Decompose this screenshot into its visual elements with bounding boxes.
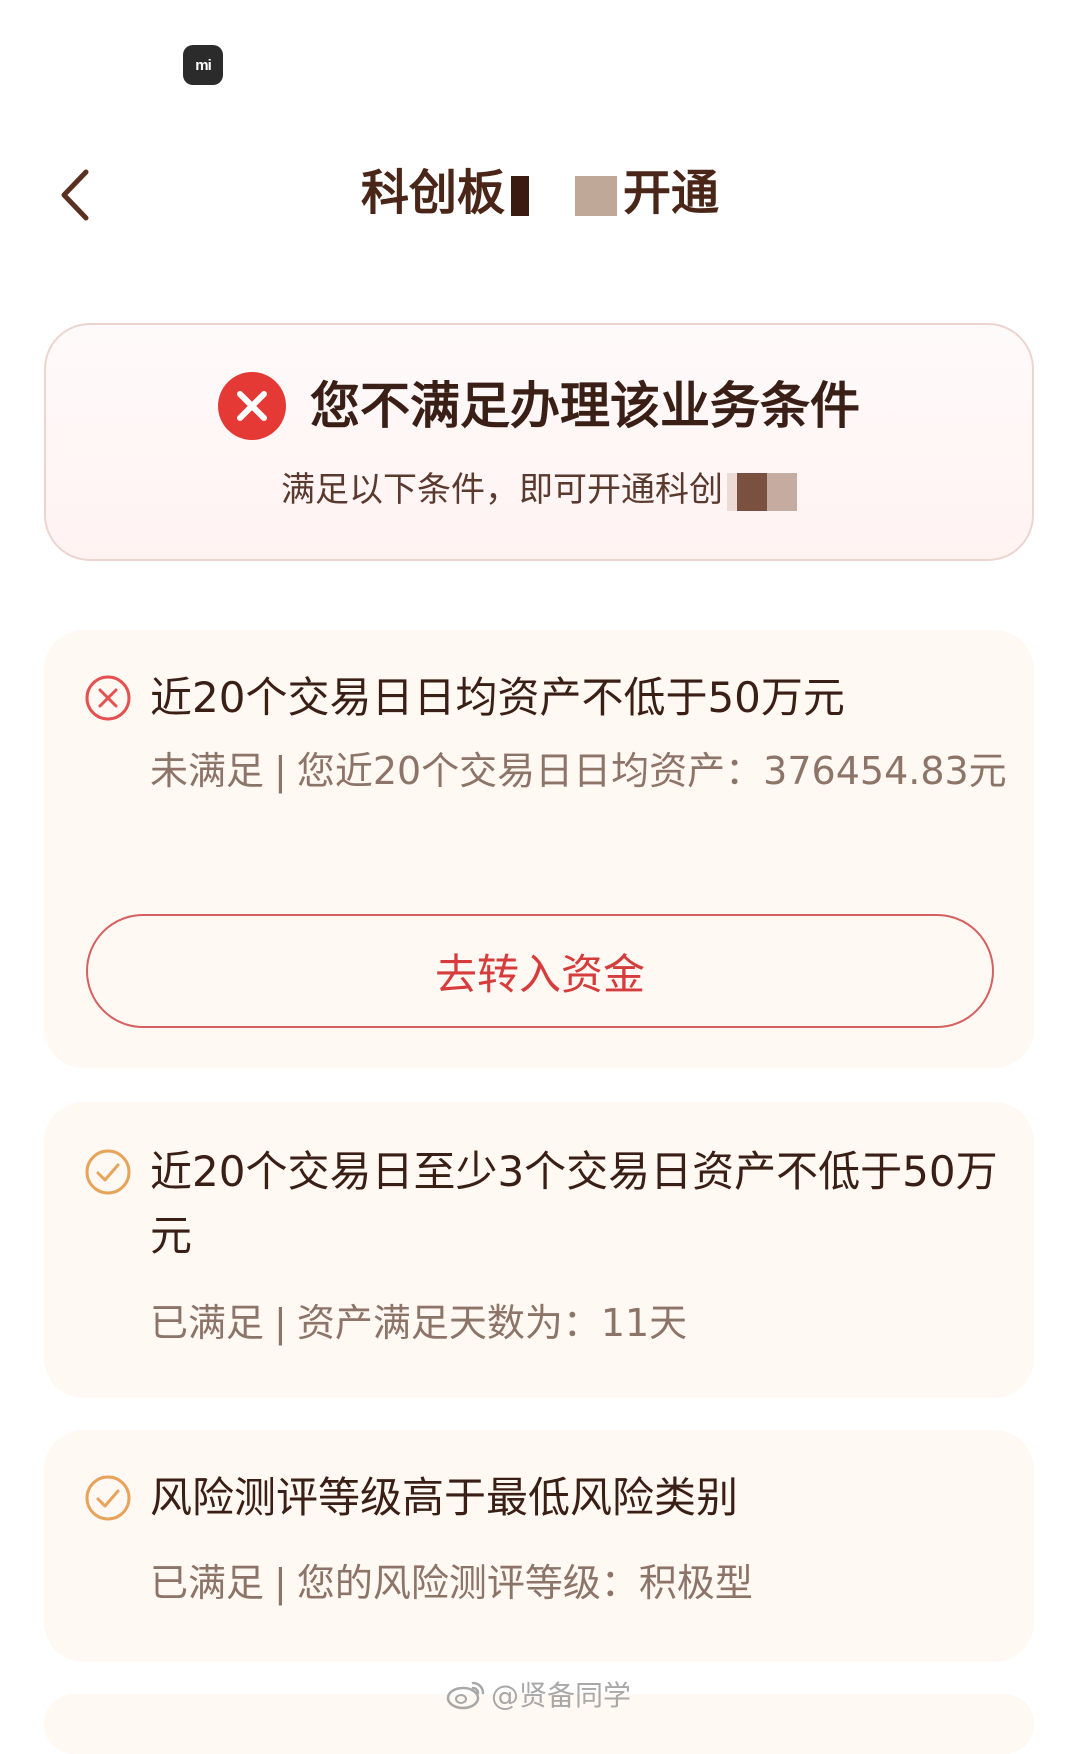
error-banner: 您不满足办理该业务条件 满足以下条件，即可开通科创 bbox=[44, 323, 1034, 561]
mi-logo-text: mi bbox=[195, 56, 211, 74]
condition-detail: 已满足 | 资产满足天数为：11天 bbox=[150, 1294, 1020, 1352]
page-title-end: 开通 bbox=[623, 165, 720, 221]
condition-card-asset-days: 近20个交易日至少3个交易日资产不低于50万元 已满足 | 资产满足天数为：11天 bbox=[44, 1102, 1034, 1398]
condition-status-label: 未满足 bbox=[150, 749, 265, 793]
detail-separator: | bbox=[274, 749, 287, 793]
error-circle-icon bbox=[218, 372, 286, 440]
page-title: 科创板 开通 bbox=[0, 158, 1080, 228]
check-circle-icon bbox=[85, 1475, 131, 1521]
condition-card-risk-level: 风险测评等级高于最低风险类别 已满足 | 您的风险测评等级：积极型 bbox=[44, 1430, 1034, 1662]
condition-card-asset-average: 近20个交易日日均资产不低于50万元 未满足 | 您近20个交易日日均资产：3764… bbox=[44, 630, 1034, 1068]
weibo-icon bbox=[446, 1681, 485, 1710]
error-title: 您不满足办理该业务条件 bbox=[310, 377, 860, 435]
condition-detail-text: 您近20个交易日日均资产：376454.83元 bbox=[296, 749, 1007, 793]
error-subtitle-text: 满足以下条件，即可开通科创 bbox=[281, 470, 723, 510]
error-subtitle: 满足以下条件，即可开通科创 bbox=[46, 463, 1032, 517]
watermark-text: @贤备同学 bbox=[491, 1679, 632, 1712]
condition-title: 近20个交易日日均资产不低于50万元 bbox=[150, 673, 845, 722]
header: 科创板 开通 bbox=[0, 140, 1080, 250]
condition-detail-text: 资产满足天数为：11天 bbox=[296, 1301, 688, 1345]
condition-detail: 未满足 | 您近20个交易日日均资产：376454.83元 bbox=[150, 742, 1020, 800]
mi-logo-icon: mi bbox=[183, 45, 223, 85]
status-bar: mi bbox=[0, 0, 1080, 110]
condition-status-label: 已满足 bbox=[150, 1301, 265, 1345]
x-circle-icon bbox=[85, 675, 131, 721]
condition-title: 风险测评等级高于最低风险类别 bbox=[150, 1473, 739, 1522]
condition-detail-text: 您的风险测评等级：积极型 bbox=[296, 1561, 753, 1605]
detail-separator: | bbox=[274, 1301, 287, 1345]
condition-status-label: 已满足 bbox=[150, 1561, 265, 1605]
error-row: 您不满足办理该业务条件 bbox=[46, 372, 1032, 440]
check-circle-icon bbox=[85, 1149, 131, 1195]
detail-separator: | bbox=[274, 1561, 287, 1605]
watermark: @贤备同学 bbox=[445, 1674, 631, 1714]
page-title-start: 科创板 bbox=[360, 165, 505, 221]
subtitle-redaction bbox=[727, 472, 797, 511]
condition-detail: 已满足 | 您的风险测评等级：积极型 bbox=[150, 1554, 1020, 1612]
title-redaction bbox=[511, 176, 617, 216]
transfer-funds-button[interactable]: 去转入资金 bbox=[86, 914, 994, 1028]
condition-title: 近20个交易日至少3个交易日资产不低于50万元 bbox=[150, 1147, 998, 1260]
